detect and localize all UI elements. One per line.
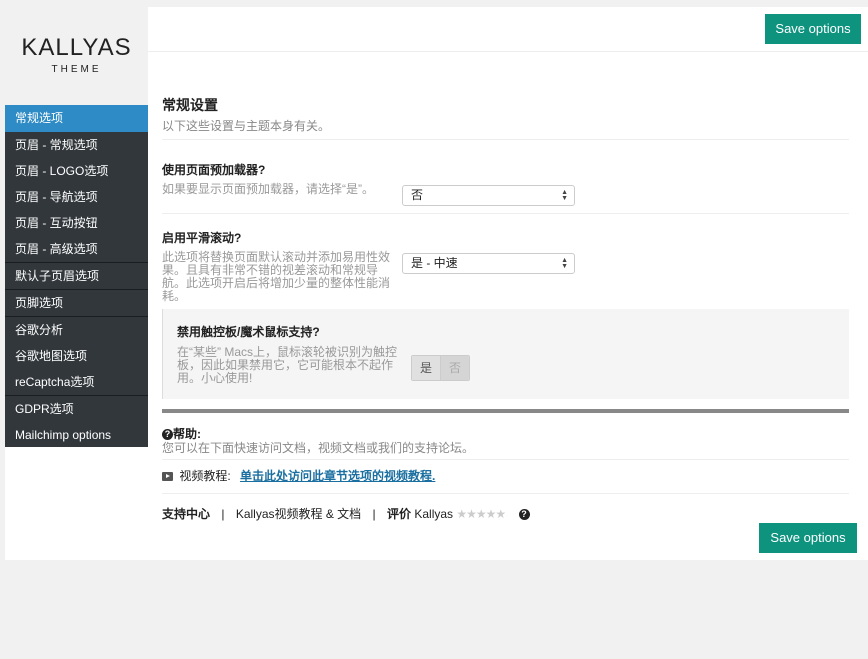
sidebar-item-header-logo[interactable]: 页眉 - LOGO选项 bbox=[5, 158, 148, 184]
option-description: 在“某些” Macs上，鼠标滚轮被识别为触控板，因此如果禁用它，它可能根本不起作… bbox=[177, 345, 397, 385]
toggle-yes[interactable]: 是 bbox=[412, 356, 440, 380]
option-title: 使用页面预加载器? bbox=[162, 163, 266, 177]
logo-name: KALLYAS bbox=[21, 34, 132, 61]
sidebar-item-mailchimp[interactable]: Mailchimp options bbox=[5, 422, 148, 448]
video-label: 视频教程: bbox=[179, 469, 231, 483]
help-block: ? 帮助: 您可以在下面快速访问文档，视频文档或我们的支持论坛。 bbox=[162, 427, 849, 455]
option-title: 禁用触控板/魔术鼠标支持? bbox=[177, 325, 320, 339]
rate-target[interactable]: Kallyas bbox=[414, 507, 453, 521]
option-preloader: 使用页面预加载器? 如果要显示页面预加载器，请选择“是”。 否 ▲ ▼ bbox=[162, 163, 849, 206]
section-description: 以下这些设置与主题本身有关。 bbox=[162, 119, 331, 133]
option-description: 此选项将替换页面默认滚动并添加易用性效果。且具有非常不错的视差滚动和常规导航。此… bbox=[162, 250, 391, 303]
separator: | bbox=[221, 507, 225, 521]
logo-subtitle: THEME bbox=[51, 64, 102, 75]
sidebar-item-footer[interactable]: 页脚选项 bbox=[5, 289, 148, 316]
select-arrow-icon: ▲ ▼ bbox=[561, 257, 568, 270]
sidebar-menu: 常规选项 页眉 - 常规选项 页眉 - LOGO选项 页眉 - 导航选项 页眉 … bbox=[5, 105, 148, 448]
question-icon[interactable]: ? bbox=[518, 509, 530, 521]
smooth-scroll-select[interactable]: 是 - 中速 ▲ ▼ bbox=[402, 253, 575, 274]
divider bbox=[162, 139, 849, 140]
options-panel: KALLYAS THEME 常规选项 页眉 - 常规选项 页眉 - LOGO选项… bbox=[5, 7, 868, 560]
divider bbox=[162, 213, 849, 214]
select-value: 否 bbox=[411, 188, 424, 202]
sidebar-item-header-general[interactable]: 页眉 - 常规选项 bbox=[5, 132, 148, 158]
section-divider bbox=[162, 409, 849, 413]
select-value: 是 - 中速 bbox=[411, 256, 458, 270]
main-content: 常规设置 以下这些设置与主题本身有关。 使用页面预加载器? 如果要显示页面预加载… bbox=[162, 97, 849, 521]
top-bar: Save options bbox=[148, 7, 868, 52]
logo: KALLYAS THEME bbox=[5, 7, 148, 105]
support-row: 支持中心 | Kallyas视频教程 & 文档 | 评价 Kallyas ★★★… bbox=[162, 507, 849, 521]
help-description: 您可以在下面快速访问文档，视频文档或我们的支持论坛。 bbox=[162, 441, 475, 455]
sidebar: KALLYAS THEME 常规选项 页眉 - 常规选项 页眉 - LOGO选项… bbox=[5, 7, 148, 447]
rating-stars[interactable]: ★★★★★ bbox=[456, 507, 506, 521]
preloader-select[interactable]: 否 ▲ ▼ bbox=[402, 185, 575, 206]
video-icon bbox=[162, 472, 173, 482]
save-button-top[interactable]: Save options bbox=[765, 14, 861, 44]
sidebar-item-analytics[interactable]: 谷歌分析 bbox=[5, 316, 148, 343]
help-title: 帮助: bbox=[173, 427, 201, 441]
help-icon: ? bbox=[162, 429, 173, 441]
option-trackpad-panel: 禁用触控板/魔术鼠标支持? 在“某些” Macs上，鼠标滚轮被识别为触控板，因此… bbox=[162, 309, 849, 399]
sidebar-item-gdpr[interactable]: GDPR选项 bbox=[5, 395, 148, 422]
separator: | bbox=[372, 507, 376, 521]
sidebar-item-recaptcha[interactable]: reCaptcha选项 bbox=[5, 369, 148, 395]
sidebar-item-header-nav[interactable]: 页眉 - 导航选项 bbox=[5, 184, 148, 210]
help-heading: ? 帮助: bbox=[162, 427, 849, 441]
divider bbox=[162, 459, 849, 460]
sidebar-item-header-cta[interactable]: 页眉 - 互动按钮 bbox=[5, 210, 148, 236]
option-description: 如果要显示页面预加载器，请选择“是”。 bbox=[162, 182, 374, 196]
save-button-bottom[interactable]: Save options bbox=[759, 523, 857, 553]
video-tutorial-row: 视频教程: 单击此处访问此章节选项的视频教程. bbox=[162, 469, 849, 483]
trackpad-toggle[interactable]: 是 否 bbox=[411, 355, 470, 381]
divider bbox=[162, 493, 849, 494]
section-title: 常规设置 bbox=[162, 97, 218, 113]
sidebar-item-subheader[interactable]: 默认子页眉选项 bbox=[5, 262, 148, 289]
video-tutorial-link[interactable]: 单击此处访问此章节选项的视频教程. bbox=[240, 469, 435, 483]
option-trackpad: 禁用触控板/魔术鼠标支持? 在“某些” Macs上，鼠标滚轮被识别为触控板，因此… bbox=[177, 325, 837, 385]
sidebar-item-maps[interactable]: 谷歌地图选项 bbox=[5, 343, 148, 369]
sidebar-item-general[interactable]: 常规选项 bbox=[5, 105, 148, 132]
sidebar-item-header-advanced[interactable]: 页眉 - 高级选项 bbox=[5, 236, 148, 262]
option-title: 启用平滑滚动? bbox=[162, 231, 242, 245]
toggle-no[interactable]: 否 bbox=[440, 356, 469, 380]
docs-link[interactable]: Kallyas视频教程 & 文档 bbox=[236, 507, 361, 521]
select-arrow-icon: ▲ ▼ bbox=[561, 189, 568, 202]
rate-label: 评价 bbox=[387, 507, 412, 521]
option-smooth-scroll: 启用平滑滚动? 此选项将替换页面默认滚动并添加易用性效果。且具有非常不错的视差滚… bbox=[162, 231, 849, 303]
support-center-link[interactable]: 支持中心 bbox=[162, 507, 210, 521]
